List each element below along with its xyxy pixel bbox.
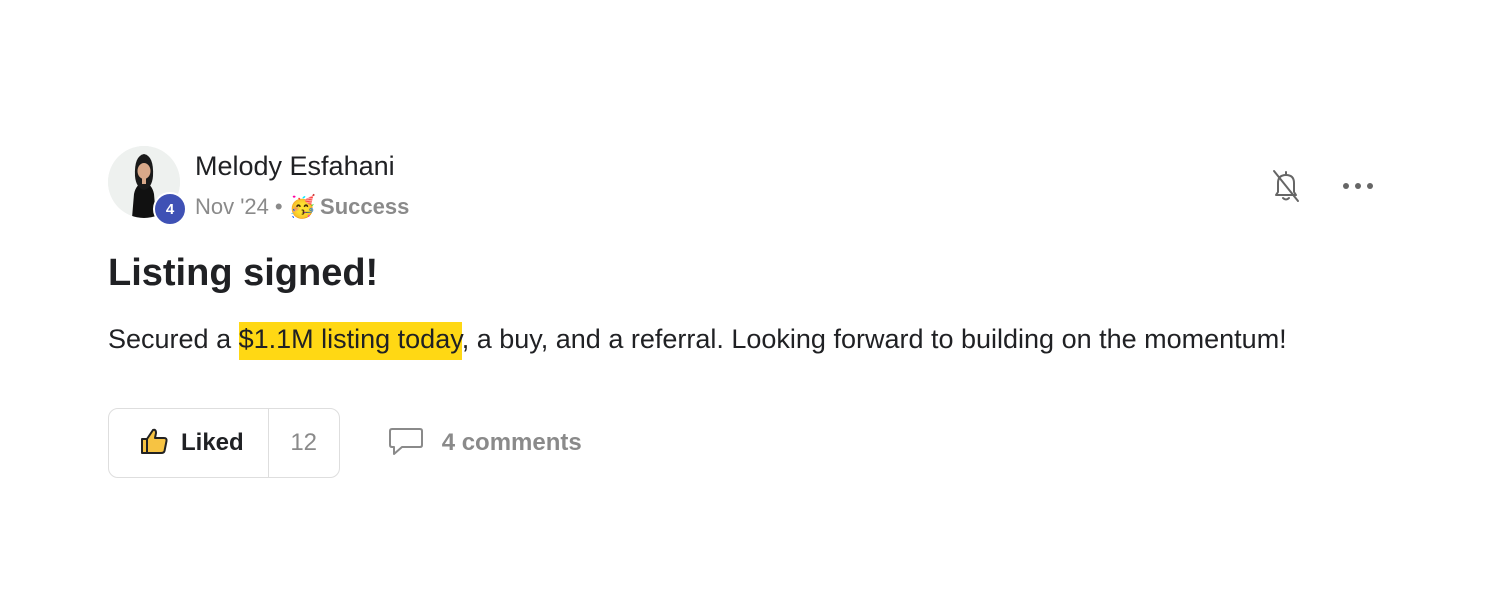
post-title: Listing signed!: [108, 252, 379, 294]
post-header: 4 Melody Esfahani Nov '24 • 🥳 Success: [108, 146, 1378, 226]
author-name[interactable]: Melody Esfahani: [195, 151, 395, 182]
more-horizontal-icon[interactable]: [1338, 166, 1378, 206]
level-badge: 4: [153, 192, 187, 226]
like-count[interactable]: 12: [269, 409, 339, 477]
post-meta: Nov '24 • 🥳 Success: [195, 194, 409, 220]
body-highlight: $1.1M listing today: [238, 322, 462, 360]
comment-bubble-icon: [388, 425, 424, 462]
body-text-after: , a buy, and a referral. Looking forward…: [461, 324, 1287, 354]
comments-label: 4 comments: [441, 429, 582, 456]
post-date[interactable]: Nov '24: [195, 194, 269, 220]
category-label[interactable]: Success: [320, 194, 409, 220]
category-emoji: 🥳: [288, 194, 317, 219]
meta-separator: •: [274, 194, 283, 219]
like-label: Liked: [181, 429, 244, 456]
bell-off-icon[interactable]: [1266, 166, 1306, 206]
author-avatar-wrapper[interactable]: 4: [108, 146, 187, 226]
thumbs-up-icon: [139, 427, 169, 460]
post-footer: Liked 12 4 comments: [108, 408, 582, 478]
like-button[interactable]: Liked: [109, 409, 269, 477]
body-text-before: Secured a: [108, 324, 239, 354]
post-header-actions: [1266, 166, 1378, 206]
post-body: Secured a $1.1M listing today, a buy, an…: [108, 322, 1287, 360]
like-group: Liked 12: [108, 408, 340, 478]
post-card: 4 Melody Esfahani Nov '24 • 🥳 Success Li…: [108, 146, 1378, 478]
comments-link[interactable]: 4 comments: [388, 425, 582, 462]
